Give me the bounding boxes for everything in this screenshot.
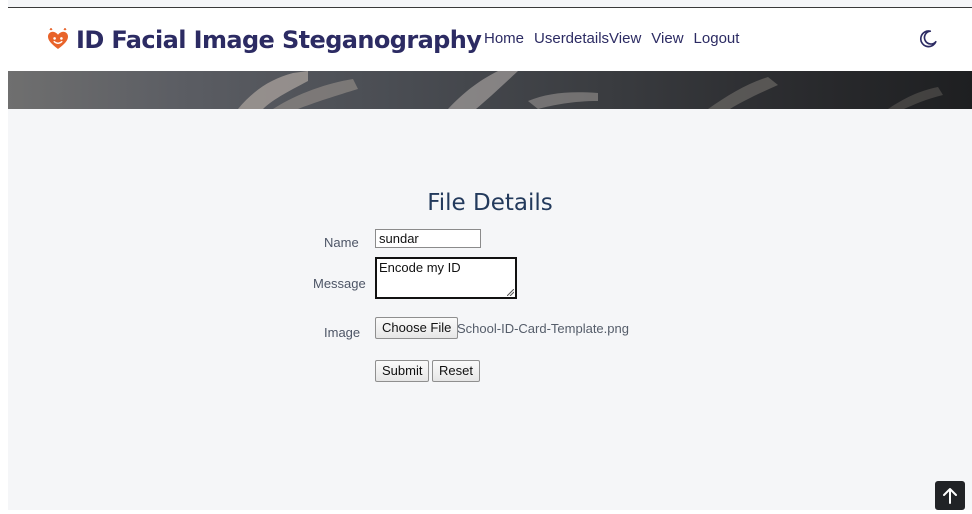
hero-hands-graphic	[238, 71, 943, 109]
moon-icon[interactable]	[917, 28, 939, 50]
reset-button[interactable]: Reset	[432, 360, 480, 382]
bootstrap-heart-icon	[48, 28, 68, 49]
arrow-up-icon	[943, 488, 957, 504]
message-text: Encode my ID	[379, 260, 461, 275]
message-label: Message	[313, 276, 366, 291]
navbar: ID Facial Image Steganography Home Userd…	[8, 8, 972, 72]
nav-userdetailsview[interactable]: UserdetailsView	[534, 30, 641, 47]
submit-button[interactable]: Submit	[375, 360, 430, 382]
name-label: Name	[324, 235, 359, 250]
name-input[interactable]	[375, 229, 481, 248]
image-label: Image	[324, 325, 361, 340]
choose-file-button[interactable]: Choose File	[375, 317, 459, 339]
nav-view[interactable]: View	[651, 30, 683, 47]
message-textarea[interactable]: Encode my ID	[375, 257, 517, 299]
form-title: File Details	[427, 190, 553, 216]
nav-home[interactable]: Home	[484, 30, 524, 47]
selected-file-name: School-ID-Card-Template.png	[457, 321, 629, 336]
brand-title: ID Facial Image Steganography	[76, 26, 482, 54]
back-to-top-button[interactable]	[935, 481, 965, 510]
nav-links: Home UserdetailsView View Logout	[484, 30, 749, 47]
hero-banner-image	[8, 71, 972, 109]
brand[interactable]: ID Facial Image Steganography	[46, 22, 482, 58]
page-frame: ID Facial Image Steganography Home Userd…	[8, 0, 972, 510]
resize-grip-icon[interactable]	[507, 289, 514, 296]
nav-logout[interactable]: Logout	[694, 30, 740, 47]
